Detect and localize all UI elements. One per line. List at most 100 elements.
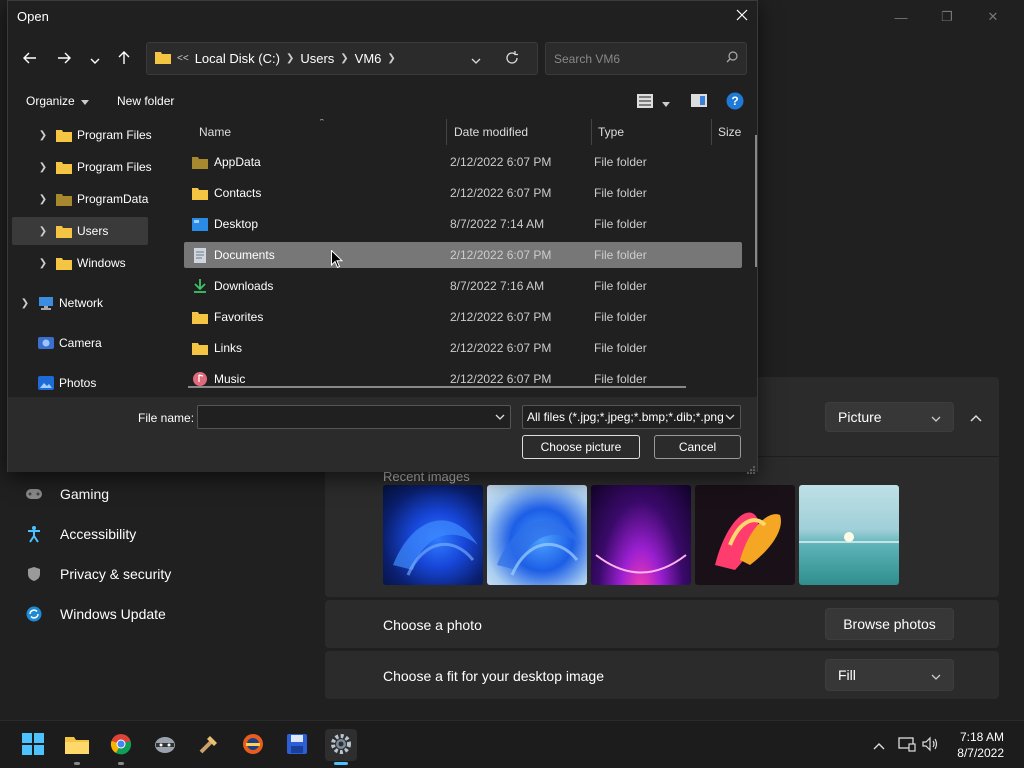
maximize-button[interactable]: ❐ xyxy=(924,6,970,28)
chevron-down-icon xyxy=(90,52,100,67)
file-name-field[interactable] xyxy=(197,405,511,429)
breadcrumb-separator-icon[interactable]: ❯ xyxy=(340,53,348,64)
breadcrumb-item[interactable]: Users xyxy=(300,51,334,66)
recent-image-lake[interactable] xyxy=(799,485,899,585)
recent-image-flow[interactable] xyxy=(695,485,795,585)
address-history-button[interactable] xyxy=(468,51,484,67)
column-header-name[interactable]: Name xyxy=(199,119,231,145)
cancel-button[interactable]: Cancel xyxy=(654,435,741,459)
file-type: File folder xyxy=(594,217,647,231)
folder-icon xyxy=(55,160,73,174)
resize-grip-icon[interactable] xyxy=(747,462,755,474)
fit-select[interactable]: Fill xyxy=(825,659,954,691)
new-folder-button[interactable]: New folder xyxy=(117,94,174,108)
breadcrumb-separator-icon[interactable]: ❯ xyxy=(286,53,294,64)
view-options-button[interactable] xyxy=(635,93,655,111)
forward-button[interactable] xyxy=(54,49,74,69)
fit-label: Choose a fit for your desktop image xyxy=(383,668,605,684)
start-button[interactable] xyxy=(17,729,49,761)
file-row-favorites[interactable]: Favorites 2/12/2022 6:07 PM File folder xyxy=(184,304,742,330)
column-divider[interactable] xyxy=(446,119,447,145)
file-row-downloads[interactable]: Downloads 8/7/2022 7:16 AM File folder xyxy=(184,273,742,299)
expand-chevron-icon[interactable]: ❯ xyxy=(31,258,55,269)
recent-image-glow[interactable] xyxy=(591,485,691,585)
file-type-select[interactable]: All files (*.jpg;*.jpeg;*.bmp;*.dib;*.pn… xyxy=(522,405,741,429)
volume-tray-button[interactable] xyxy=(920,735,940,755)
nav-item-windows-update[interactable]: Windows Update xyxy=(24,594,314,634)
tree-item-windows[interactable]: ❯ Windows xyxy=(31,249,164,277)
choose-picture-button[interactable]: Choose picture xyxy=(522,435,640,459)
tree-item-network[interactable]: ❯ Network xyxy=(13,289,150,317)
disc-app-taskbar-button[interactable] xyxy=(237,729,269,761)
collapse-button[interactable] xyxy=(965,406,987,428)
file-row-links[interactable]: Links 2/12/2022 6:07 PM File folder xyxy=(184,335,742,361)
close-window-button[interactable]: ✕ xyxy=(970,6,1016,28)
tree-item-users[interactable]: ❯ Users xyxy=(12,217,148,245)
recent-image-bloom-light[interactable] xyxy=(487,485,587,585)
settings-taskbar-button[interactable] xyxy=(325,729,357,765)
breadcrumb-item[interactable]: VM6 xyxy=(355,51,382,66)
nav-item-accessibility[interactable]: Accessibility xyxy=(24,514,314,554)
column-header-type[interactable]: Type xyxy=(598,119,624,145)
nav-item-gaming[interactable]: Gaming xyxy=(24,474,314,514)
file-row-contacts[interactable]: Contacts 2/12/2022 6:07 PM File folder xyxy=(184,180,742,206)
save-app-taskbar-button[interactable] xyxy=(281,729,313,761)
nav-label: Privacy & security xyxy=(60,566,172,582)
file-row-appdata[interactable]: AppData 2/12/2022 6:07 PM File folder xyxy=(184,149,742,175)
breadcrumb-separator-icon[interactable]: ❯ xyxy=(387,53,395,64)
expand-chevron-icon[interactable]: ❯ xyxy=(31,194,55,205)
music-icon xyxy=(192,372,208,386)
tree-item-program-files[interactable]: ❯ Program Files xyxy=(31,121,164,149)
nav-item-privacy[interactable]: Privacy & security xyxy=(24,554,314,594)
browse-photos-button[interactable]: Browse photos xyxy=(825,608,954,640)
expand-chevron-icon[interactable]: ❯ xyxy=(31,130,55,141)
file-row-desktop[interactable]: Desktop 8/7/2022 7:14 AM File folder xyxy=(184,211,742,237)
breadcrumb-item[interactable]: Local Disk (C:) xyxy=(195,51,280,66)
network-tray-button[interactable] xyxy=(897,735,917,755)
recent-image-bloom-dark[interactable] xyxy=(383,485,483,585)
tree-item-camera[interactable]: Camera xyxy=(13,329,150,357)
up-button[interactable] xyxy=(114,49,134,69)
chevron-up-icon xyxy=(970,410,982,425)
file-row-documents[interactable]: Documents 2/12/2022 6:07 PM File folder xyxy=(184,242,742,268)
preview-pane-button[interactable] xyxy=(689,93,709,111)
file-list-horizontal-scrollbar[interactable] xyxy=(188,386,686,388)
column-divider[interactable] xyxy=(591,119,592,145)
nav-label: Accessibility xyxy=(60,526,137,542)
column-divider[interactable] xyxy=(711,119,712,145)
file-explorer-taskbar-button[interactable] xyxy=(61,729,93,765)
help-button[interactable]: ? xyxy=(725,92,745,111)
chevron-down-icon[interactable] xyxy=(494,411,506,423)
background-type-select[interactable]: Picture xyxy=(825,402,954,432)
svg-text:?: ? xyxy=(731,94,738,108)
tree-item-programdata[interactable]: ❯ ProgramData xyxy=(31,185,164,213)
recent-locations-button[interactable] xyxy=(85,49,105,69)
organize-button[interactable]: Organize xyxy=(26,94,89,108)
file-type: File folder xyxy=(594,341,647,355)
system-clock[interactable]: 7:18 AM 8/7/2022 xyxy=(957,729,1004,761)
view-menu-button[interactable] xyxy=(656,93,676,111)
raccoon-app-taskbar-button[interactable] xyxy=(149,729,181,761)
running-indicator xyxy=(118,762,124,765)
show-hidden-icons-button[interactable] xyxy=(869,735,889,755)
dialog-close-button[interactable] xyxy=(731,5,753,27)
column-header-date[interactable]: Date modified xyxy=(454,119,528,145)
back-button[interactable] xyxy=(20,49,40,69)
expand-chevron-icon[interactable]: ❯ xyxy=(31,226,55,237)
column-header-size[interactable]: Size xyxy=(718,119,741,145)
running-indicator xyxy=(74,762,80,765)
tree-item-program-files-x86[interactable]: ❯ Program Files xyxy=(31,153,164,181)
expand-chevron-icon[interactable]: ❯ xyxy=(31,162,55,173)
search-box[interactable] xyxy=(545,42,747,75)
file-list-vertical-scrollbar[interactable] xyxy=(755,135,757,267)
expand-chevron-icon[interactable]: ❯ xyxy=(13,298,37,309)
tree-item-photos[interactable]: Photos xyxy=(13,369,150,395)
refresh-button[interactable] xyxy=(504,50,520,67)
file-type-value: All files (*.jpg;*.jpeg;*.bmp;*.dib;*.pn… xyxy=(527,410,724,424)
search-input[interactable] xyxy=(554,51,704,66)
chrome-taskbar-button[interactable] xyxy=(105,729,137,765)
tools-app-taskbar-button[interactable] xyxy=(193,729,225,761)
tree-item-label: Users xyxy=(77,224,109,238)
file-name-input[interactable] xyxy=(198,406,488,428)
minimize-button[interactable]: — xyxy=(878,6,924,28)
